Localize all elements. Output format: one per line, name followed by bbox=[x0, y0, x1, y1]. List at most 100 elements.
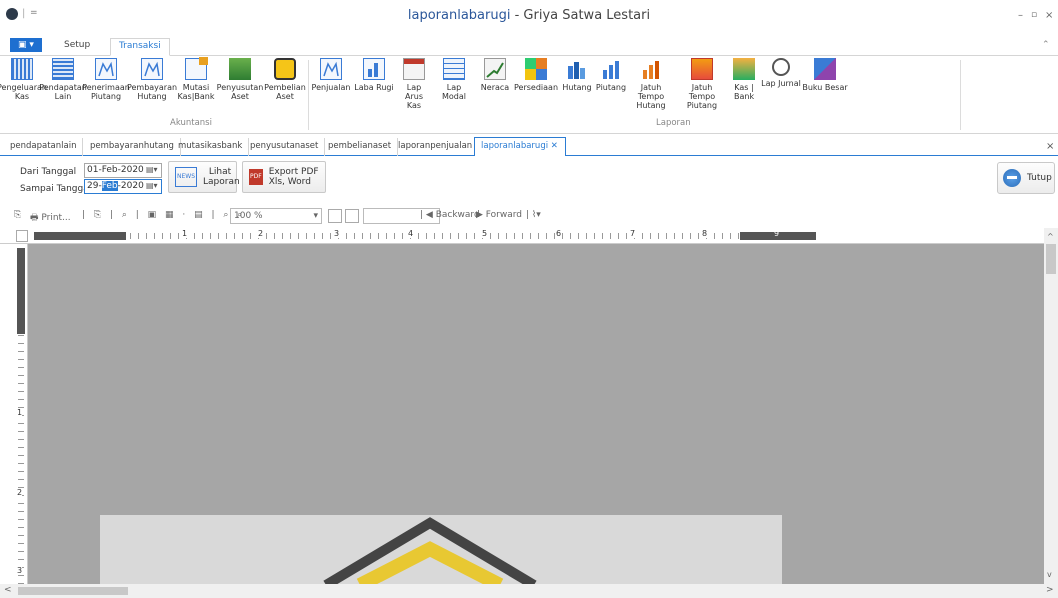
line-chart-icon bbox=[484, 58, 506, 80]
penerimaan-piutang-button[interactable]: Penerimaan Piutang bbox=[82, 58, 130, 101]
close-tab-icon[interactable]: ✕ bbox=[551, 141, 558, 151]
ruler-margin-left bbox=[34, 232, 126, 240]
export-pdf-button[interactable]: PDF Export PDF Xls, Word bbox=[242, 161, 326, 193]
chevron-down-icon[interactable]: ▾ bbox=[313, 211, 318, 221]
lap-jurnal-button[interactable]: Lap Jurnal bbox=[760, 58, 802, 88]
jatuh-tempo-hutang-button[interactable]: Jatuh Tempo Hutang bbox=[628, 58, 674, 110]
lihat-laporan-label: Lihat Laporan bbox=[203, 167, 240, 187]
toolbar-icon-group: | ⎘ | ⌕ | ▣ ▦ · ▤ | ⌕ ⌕ bbox=[82, 210, 246, 220]
sampai-tanggal-field[interactable]: 29-Feb-2020 ▤▾ bbox=[84, 179, 162, 194]
lihat-laporan-button[interactable]: NEWS Lihat Laporan bbox=[168, 161, 240, 193]
jatuh-tempo-piutang-button[interactable]: Jatuh Tempo Piutang bbox=[678, 58, 726, 110]
scroll-thumb[interactable] bbox=[1046, 244, 1056, 274]
forward-button[interactable]: ▶ Forward bbox=[476, 210, 522, 220]
pengeluaran-kas-button[interactable]: Pengeluaran Kas bbox=[0, 58, 47, 101]
kas-bank-button[interactable]: Kas | Bank bbox=[730, 58, 758, 101]
tab-pembayaranhutang[interactable]: pembayaranhutang bbox=[84, 138, 181, 156]
tab-transaksi[interactable]: Transaksi bbox=[110, 38, 170, 56]
tab-laporanpenjualan[interactable]: laporanpenjualan bbox=[392, 138, 480, 156]
grid-icon bbox=[525, 58, 547, 80]
laporan-penjualan-button[interactable]: Penjualan bbox=[310, 58, 352, 92]
calendar-dropdown-icon[interactable]: ▤▾ bbox=[146, 165, 160, 176]
mutasi-kas-bank-label: Mutasi Kas|Bank bbox=[177, 83, 215, 101]
dari-tanggal-field[interactable]: 01-Feb-2020 ▤▾ bbox=[84, 163, 162, 178]
document-tabs: pendapatanlain pembayaranhutang mutasika… bbox=[0, 137, 1058, 156]
penerimaan-piutang-label: Penerimaan Piutang bbox=[82, 83, 130, 101]
tab-penyusutanaset[interactable]: penyusutanaset bbox=[244, 138, 326, 156]
preview-toolbar: ⎘ 🖶 Print... | ⎘ | ⌕ | ▣ ▦ · ▤ | ⌕ ⌕ 100… bbox=[0, 206, 1058, 228]
lap-arus-kas-button[interactable]: Lap Arus Kas bbox=[397, 58, 431, 110]
vertical-scrollbar[interactable]: ^ v bbox=[1044, 228, 1058, 584]
scroll-left-icon[interactable]: < bbox=[4, 585, 12, 595]
buku-besar-button[interactable]: Buku Besar bbox=[802, 58, 848, 92]
laba-rugi-button[interactable]: Laba Rugi bbox=[354, 58, 394, 92]
pendapatan-lain-button[interactable]: Pendapatan Lain bbox=[39, 58, 87, 101]
lap-modal-label: Lap Modal bbox=[442, 83, 466, 101]
forward-label: Forward bbox=[485, 210, 522, 220]
scroll-down-icon[interactable]: v bbox=[1047, 570, 1052, 579]
group-akuntansi-label: Akuntansi bbox=[170, 118, 212, 128]
horizontal-ruler: 1 2 3 4 5 6 7 8 9 bbox=[0, 228, 1044, 244]
watermark-icon[interactable]: | ⌇▾ bbox=[526, 210, 541, 220]
pdf-icon: PDF bbox=[249, 169, 263, 185]
news-icon: NEWS bbox=[175, 167, 198, 187]
scroll-thumb[interactable] bbox=[18, 587, 128, 595]
minimize-icon[interactable]: – bbox=[1018, 10, 1023, 21]
mutasi-kas-bank-button[interactable]: Mutasi Kas|Bank bbox=[177, 57, 215, 101]
collapse-ribbon-icon[interactable]: ⌃ bbox=[1042, 40, 1050, 50]
tab-pendapatanlain[interactable]: pendapatanlain bbox=[4, 138, 84, 156]
stop-icon bbox=[1003, 169, 1021, 187]
page-icon[interactable] bbox=[328, 209, 342, 223]
tab-mutasikasbank[interactable]: mutasikasbank bbox=[172, 138, 250, 156]
file-menu-button[interactable]: ▣ ▾ bbox=[10, 38, 42, 52]
restore-icon[interactable]: ▫ bbox=[1031, 10, 1037, 20]
persediaan-button[interactable]: Persediaan bbox=[514, 58, 558, 92]
horizontal-scrollbar[interactable]: < > bbox=[0, 584, 1058, 598]
tab-pembelianaset[interactable]: pembelianaset bbox=[322, 138, 399, 156]
ruler-mark: 4 bbox=[408, 229, 414, 238]
calendar-dropdown-icon[interactable]: ▤▾ bbox=[146, 181, 160, 192]
zoom-combo[interactable]: 100 % ▾ bbox=[230, 208, 322, 224]
bar-chart-icon bbox=[600, 58, 622, 80]
pembelian-aset-button[interactable]: Pembelian Aset bbox=[264, 58, 306, 101]
scroll-right-icon[interactable]: > bbox=[1046, 585, 1054, 595]
hutang-label: Hutang bbox=[562, 83, 592, 92]
scroll-up-icon[interactable]: ^ bbox=[1047, 232, 1054, 241]
ruler-mark: 3 bbox=[334, 229, 340, 238]
sampai-tanggal-label: Sampai Tanggal bbox=[20, 184, 92, 194]
bus-icon bbox=[274, 58, 296, 80]
filter-panel: Dari Tanggal 01-Feb-2020 ▤▾ Sampai Tangga… bbox=[0, 157, 1058, 202]
sampai-month-selected: Feb bbox=[101, 181, 118, 191]
kas-bank-label: Kas | Bank bbox=[734, 83, 755, 101]
tab-laporanlabarugi[interactable]: laporanlabarugi ✕ bbox=[474, 137, 566, 156]
ruler-mark: 6 bbox=[556, 229, 562, 238]
ruler-mark: 9 bbox=[774, 229, 780, 238]
ruler-mark: 3 bbox=[17, 566, 23, 575]
pencil-icon bbox=[814, 58, 836, 80]
piutang-button[interactable]: Piutang bbox=[595, 58, 627, 92]
ledger-icon bbox=[52, 58, 74, 80]
tab-setup[interactable]: Setup bbox=[56, 38, 98, 56]
penyusutan-aset-button[interactable]: Penyusutan Aset bbox=[217, 58, 263, 101]
close-icon[interactable]: × bbox=[1045, 10, 1053, 21]
close-all-tabs-icon[interactable]: × bbox=[1046, 141, 1054, 152]
ruler-mark: 7 bbox=[630, 229, 636, 238]
neraca-button[interactable]: Neraca bbox=[478, 58, 512, 92]
copy-icon[interactable]: ⎘ bbox=[14, 210, 21, 220]
pembayaran-hutang-button[interactable]: Pembayaran Hutang bbox=[127, 58, 177, 101]
lap-modal-button[interactable]: Lap Modal bbox=[434, 58, 474, 101]
hutang-button[interactable]: Hutang bbox=[561, 58, 593, 92]
piutang-label: Piutang bbox=[595, 83, 627, 92]
backward-button[interactable]: | ◀ Backward bbox=[420, 210, 480, 220]
ruler-scale bbox=[18, 334, 24, 584]
picture-icon bbox=[691, 58, 713, 80]
page-icon[interactable] bbox=[345, 209, 359, 223]
inbox-icon bbox=[733, 58, 755, 80]
ruler-mark: 1 bbox=[182, 229, 188, 238]
ribbon: Pengeluaran Kas Pendapatan Lain Penerima… bbox=[0, 56, 1058, 134]
lap-jurnal-label: Lap Jurnal bbox=[761, 79, 801, 88]
tutup-button[interactable]: Tutup bbox=[997, 162, 1055, 194]
print-button[interactable]: 🖶 Print... bbox=[30, 210, 71, 226]
group-laporan-label: Laporan bbox=[656, 118, 691, 128]
ruler-corner bbox=[16, 230, 28, 242]
